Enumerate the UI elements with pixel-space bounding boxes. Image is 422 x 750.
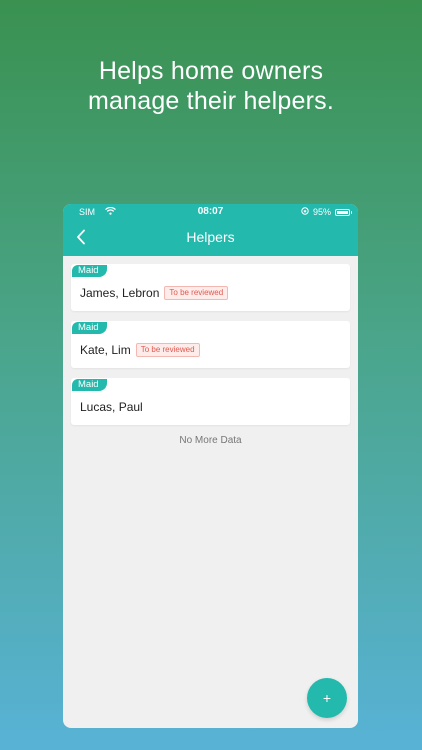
role-tag: Maid <box>72 265 107 277</box>
helper-card-row: Lucas, Paul <box>80 400 143 414</box>
nav-bar: Helpers <box>63 220 358 256</box>
status-right: 95% <box>301 204 352 220</box>
helper-card-2[interactable]: Maid Kate, Lim To be reviewed <box>71 321 350 368</box>
helper-name: James, Lebron <box>80 286 160 300</box>
helper-card-3[interactable]: Maid Lucas, Paul <box>71 378 350 425</box>
list-end-label: No More Data <box>179 435 242 446</box>
promo-headline: Helps home owners manage their helpers. <box>0 56 422 116</box>
headline-line-1: Helps home owners <box>98 57 324 85</box>
helper-list: Maid James, Lebron To be reviewed Maid K… <box>63 256 358 446</box>
status-bar: SIM 08:07 95% <box>63 204 358 220</box>
helper-card-row: James, Lebron To be reviewed <box>80 286 229 300</box>
helper-card-1[interactable]: Maid James, Lebron To be reviewed <box>71 264 350 311</box>
app-header: SIM 08:07 95% Helpers <box>63 204 358 256</box>
page-title: Helpers <box>186 229 235 245</box>
battery-percent: 95% <box>312 207 331 217</box>
helper-name: Kate, Lim <box>80 343 131 357</box>
battery-icon <box>335 208 352 216</box>
add-helper-button[interactable]: + <box>307 678 347 718</box>
phone-screen: SIM 08:07 95% Helpers Maid James, Lebron… <box>63 204 358 728</box>
role-tag: Maid <box>72 322 107 334</box>
role-tag: Maid <box>72 379 107 391</box>
headline-line-2: manage their helpers. <box>87 87 334 115</box>
helper-card-row: Kate, Lim To be reviewed <box>80 343 200 357</box>
status-badge: To be reviewed <box>164 286 229 300</box>
orientation-lock-icon <box>301 204 309 220</box>
status-badge: To be reviewed <box>135 343 200 357</box>
plus-icon: + <box>322 690 332 706</box>
helper-name: Lucas, Paul <box>80 400 143 414</box>
